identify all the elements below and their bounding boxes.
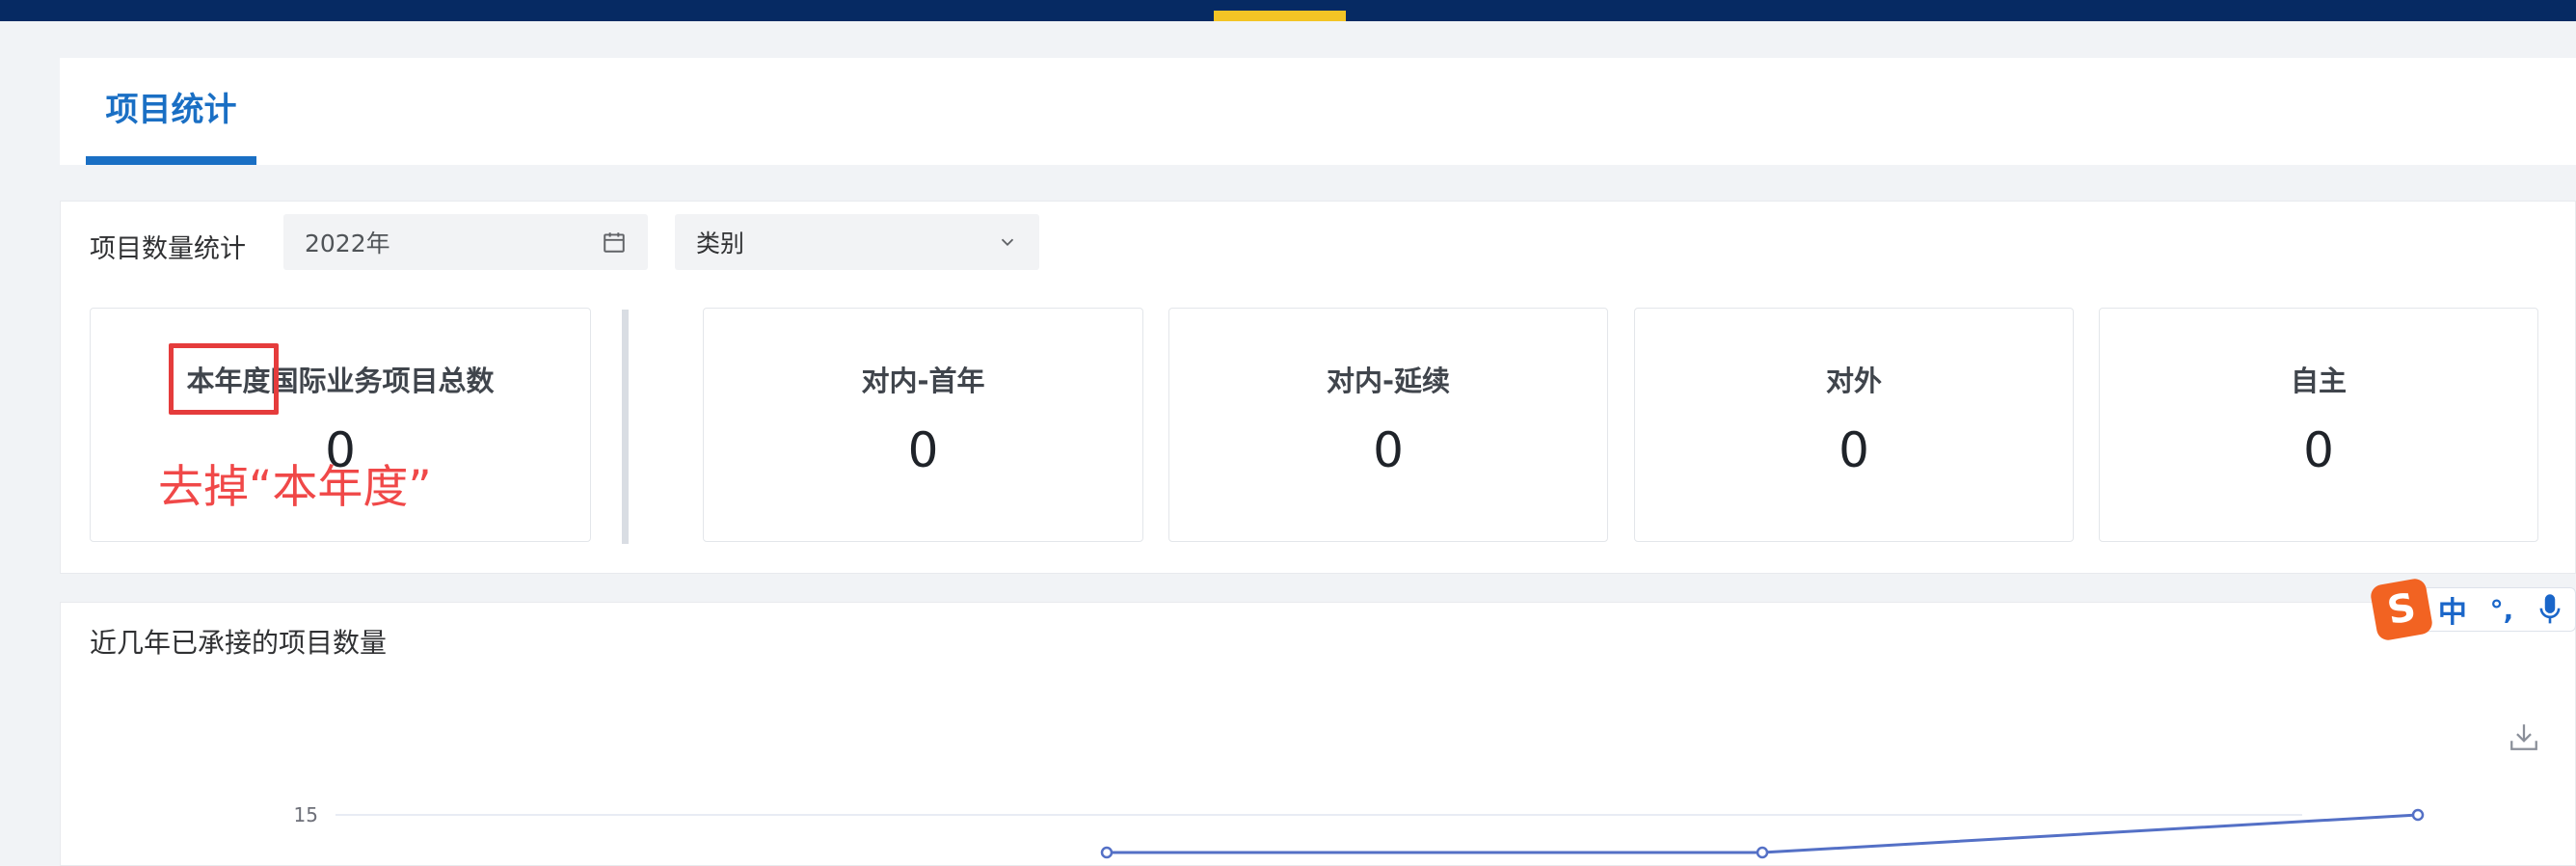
stat-card-external: 对外 0 xyxy=(1634,308,2074,542)
data-point[interactable] xyxy=(1100,846,1114,859)
annotation-highlight-box xyxy=(169,343,279,415)
stat-label: 对内-首年 xyxy=(861,365,985,397)
annotation-text: 去掉“本年度” xyxy=(158,461,432,514)
tabs-panel: 项目统计 xyxy=(60,58,2576,165)
date-picker-value: 2022年 xyxy=(305,230,390,257)
stat-label: 本年度国际业务项目总数 xyxy=(186,365,495,397)
stat-label: 自主 xyxy=(2290,365,2347,397)
line-chart: 15 xyxy=(294,803,2425,859)
chevron-down-icon xyxy=(1001,238,1014,247)
tab-project-statistics[interactable]: 项目统计 xyxy=(86,58,256,165)
top-nav-bar xyxy=(0,0,2576,21)
data-point[interactable] xyxy=(2411,808,2425,822)
stat-label: 对外 xyxy=(1825,365,1882,397)
chart-panel: 近几年已承接的项目数量 15 xyxy=(60,602,2576,866)
microphone-icon[interactable] xyxy=(2536,593,2563,626)
stat-label: 对内-延续 xyxy=(1326,365,1451,397)
year-date-picker[interactable]: 2022年 xyxy=(283,214,648,270)
y-tick-label: 15 xyxy=(294,803,318,826)
stat-card-self: 自主 0 xyxy=(2099,308,2538,542)
ime-logo: S xyxy=(2369,577,2434,642)
data-point[interactable] xyxy=(1756,846,1769,859)
category-select[interactable]: 类别 xyxy=(675,214,1039,270)
stat-value: 0 xyxy=(1838,422,1869,478)
stat-card-internal-first-year: 对内-首年 0 xyxy=(703,308,1143,542)
stat-value: 0 xyxy=(1373,422,1404,478)
calendar-icon xyxy=(604,232,625,253)
stat-value: 0 xyxy=(2303,422,2334,478)
stat-value: 0 xyxy=(907,422,939,478)
active-tab-underline xyxy=(86,156,256,165)
ime-punctuation-toggle[interactable]: °, xyxy=(2490,594,2514,626)
active-nav-indicator xyxy=(1214,11,1346,21)
ime-mode-toggle[interactable]: 中 xyxy=(2438,588,2467,631)
card-divider xyxy=(622,310,629,544)
project-count-panel: 项目数量统计 2022年 类别 本年度国际业务项目总数 0 对内-首年 0 对内… xyxy=(60,201,2576,574)
ime-toolbar[interactable]: S 中 °, xyxy=(2369,577,2576,642)
ime-bar: 中 °, xyxy=(2426,587,2576,632)
panel-title: 项目数量统计 xyxy=(90,234,246,264)
download-icon[interactable] xyxy=(2508,720,2540,753)
category-select-value: 类别 xyxy=(696,230,745,257)
stat-card-internal-continued: 对内-延续 0 xyxy=(1168,308,1608,542)
